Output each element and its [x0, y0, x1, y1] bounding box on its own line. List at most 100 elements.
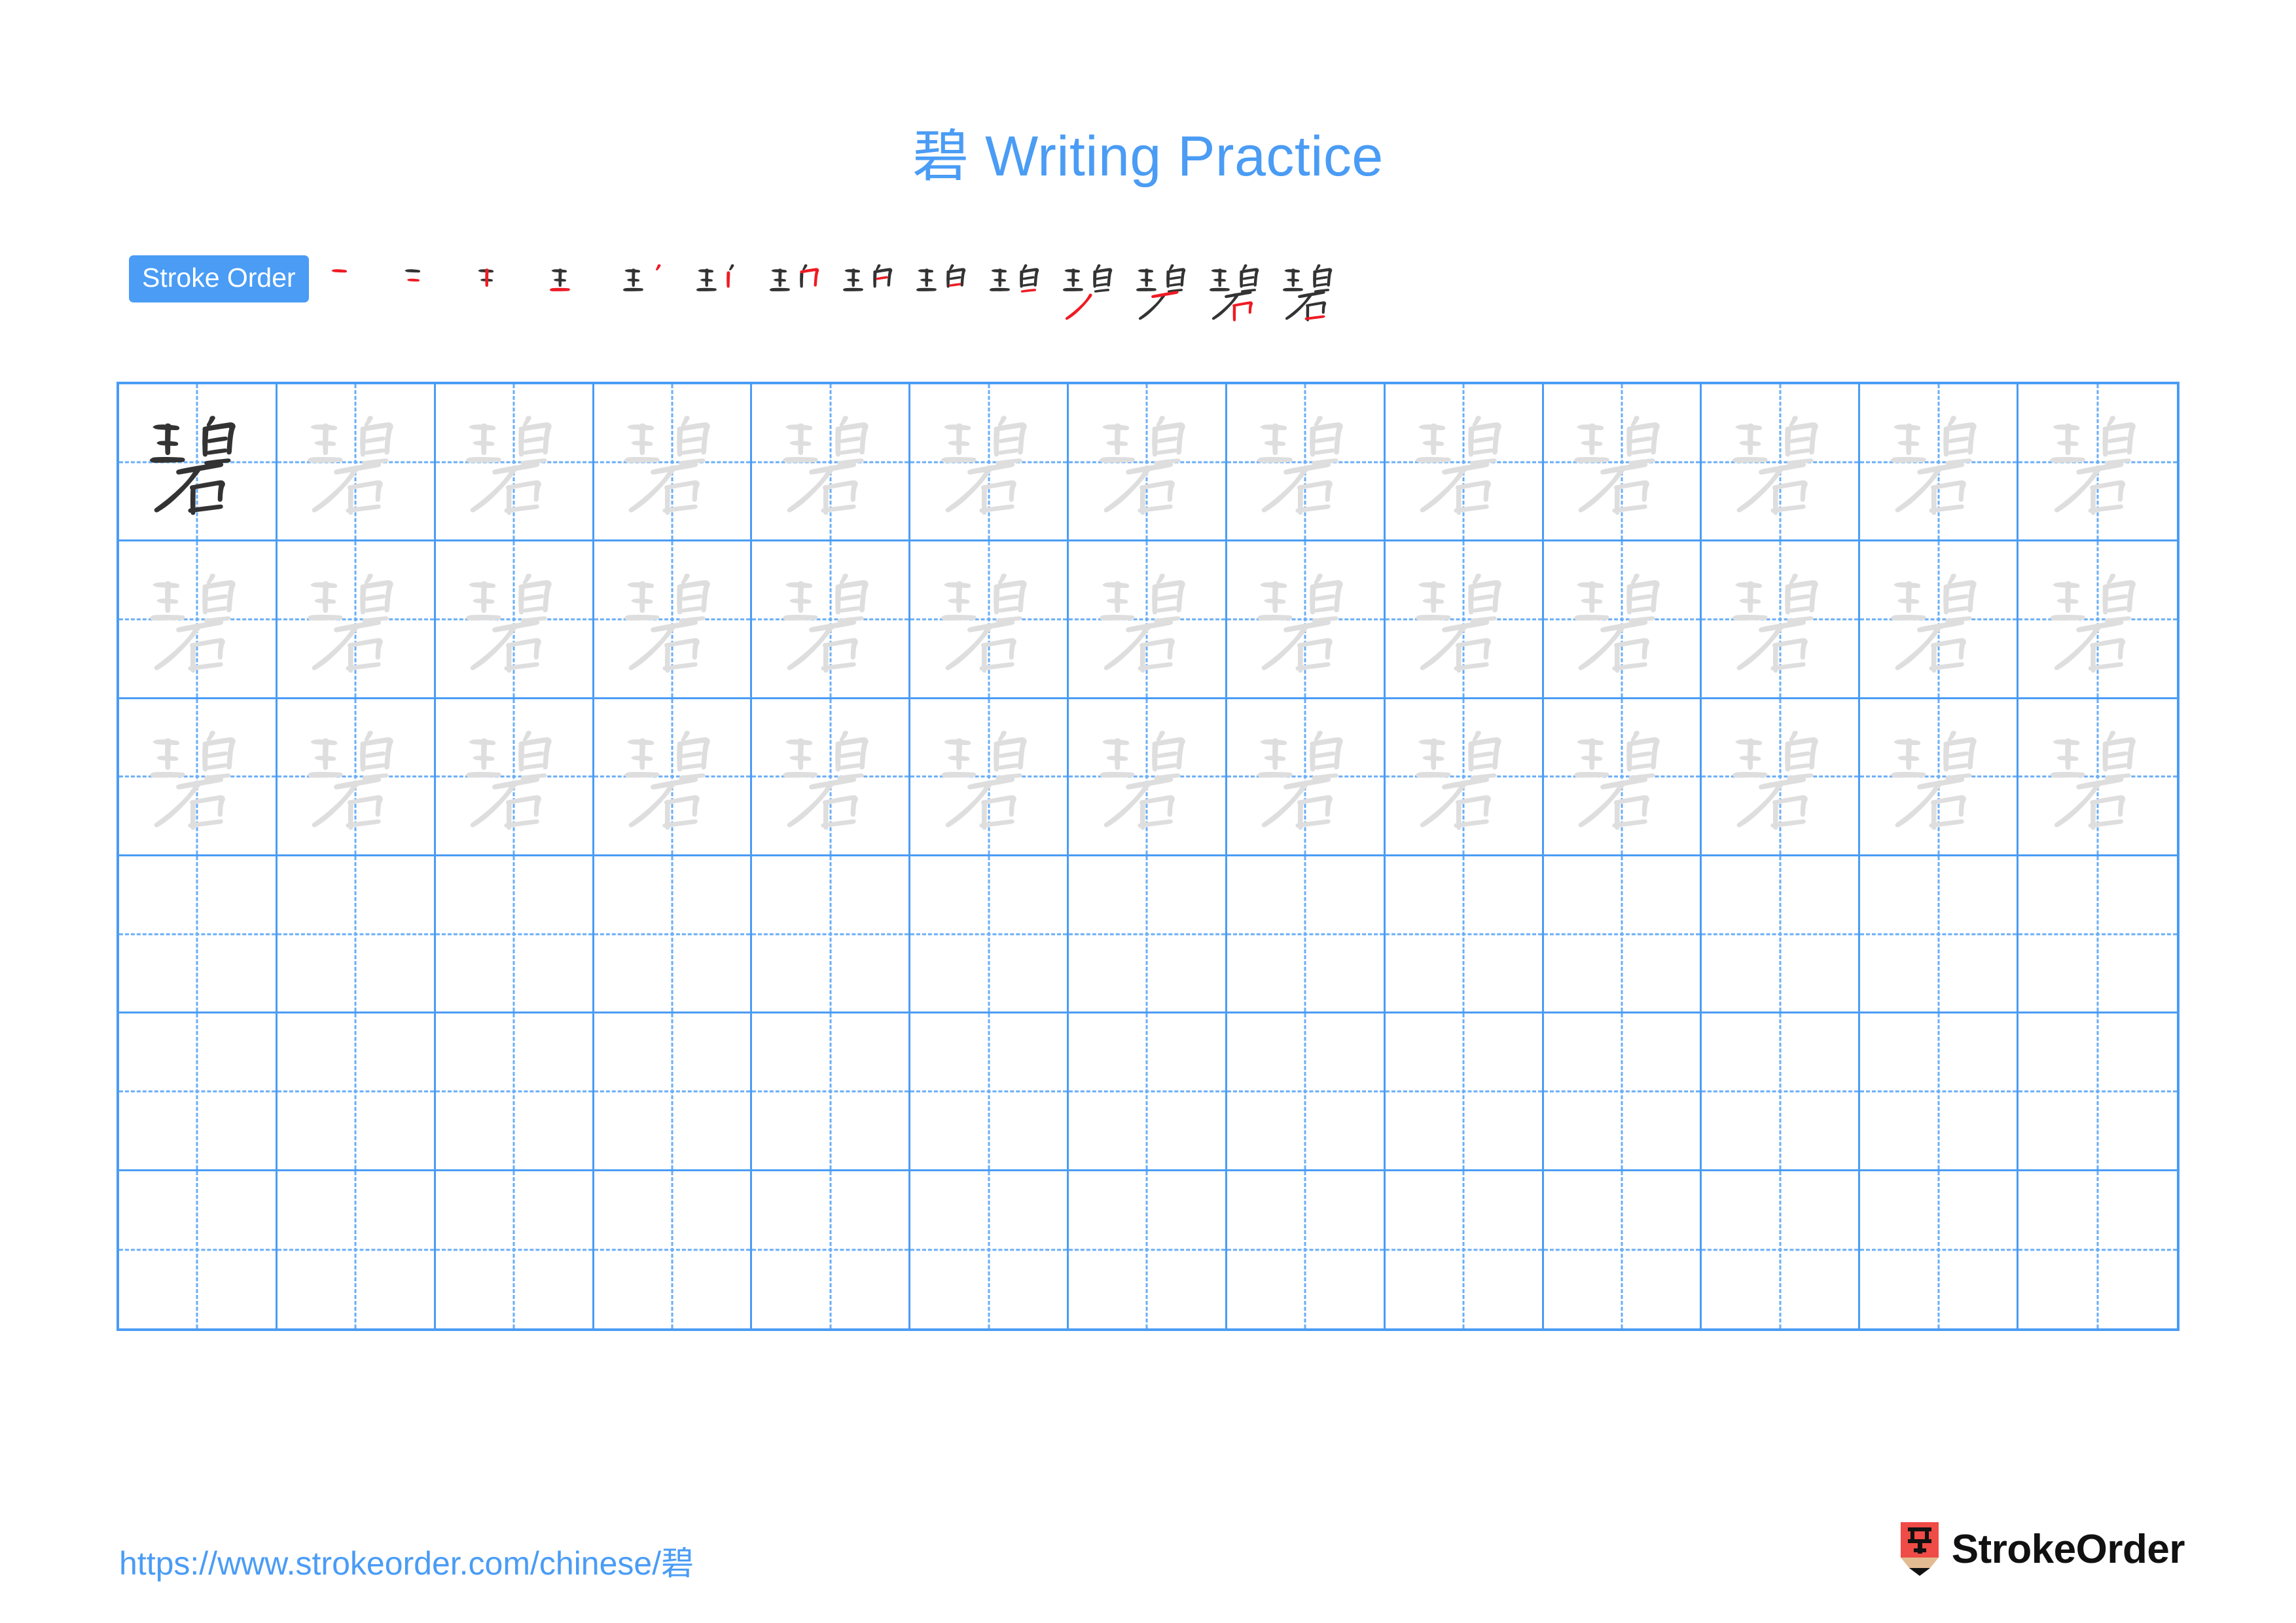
practice-cell-r1-c3[interactable]: [435, 384, 594, 542]
practice-cell-r4-c2[interactable]: [277, 856, 436, 1014]
practice-cell-r5-c6[interactable]: [910, 1013, 1069, 1171]
practice-cell-r3-c10[interactable]: [1543, 699, 1702, 856]
practice-cell-r3-c3[interactable]: [435, 699, 594, 856]
practice-cell-r6-c7[interactable]: [1069, 1171, 1227, 1328]
practice-cell-r5-c10[interactable]: [1543, 1013, 1702, 1171]
trace-character: [278, 541, 434, 697]
practice-cell-r3-c13[interactable]: [2018, 699, 2177, 856]
practice-cell-r3-c2[interactable]: [277, 699, 436, 856]
practice-cell-r1-c5[interactable]: [752, 384, 911, 542]
practice-cell-r5-c9[interactable]: [1385, 1013, 1544, 1171]
practice-cell-r2-c2[interactable]: [277, 541, 436, 699]
practice-cell-r3-c12[interactable]: [1860, 699, 2019, 856]
trace-character: [1227, 541, 1384, 697]
brand-name: StrokeOrder: [1951, 1526, 2185, 1572]
practice-cell-r6-c11[interactable]: [1702, 1171, 1861, 1328]
practice-cell-r6-c8[interactable]: [1227, 1171, 1386, 1328]
trace-character: [1544, 384, 1700, 539]
practice-cell-r1-c10[interactable]: [1543, 384, 1702, 542]
practice-cell-r5-c5[interactable]: [752, 1013, 911, 1171]
practice-cell-r2-c11[interactable]: [1702, 541, 1861, 699]
practice-cell-r4-c11[interactable]: [1702, 856, 1861, 1014]
practice-cell-r2-c8[interactable]: [1227, 541, 1386, 699]
practice-cell-r6-c2[interactable]: [278, 1171, 436, 1328]
practice-cell-r2-c6[interactable]: [910, 541, 1069, 699]
practice-cell-r1-c4[interactable]: [594, 384, 753, 542]
trace-character: [1860, 384, 2017, 539]
practice-cell-r1-c9[interactable]: [1385, 384, 1544, 542]
practice-cell-r6-c12[interactable]: [1860, 1171, 2019, 1328]
practice-cell-r5-c12[interactable]: [1860, 1013, 2019, 1171]
practice-cell-r2-c10[interactable]: [1543, 541, 1702, 699]
practice-cell-r1-c7[interactable]: [1069, 384, 1227, 542]
practice-cell-r3-c1[interactable]: [119, 699, 278, 856]
practice-cell-r4-c9[interactable]: [1385, 856, 1544, 1014]
practice-cell-r1-c6[interactable]: [910, 384, 1069, 542]
practice-cell-r3-c6[interactable]: [910, 699, 1069, 856]
practice-cell-r5-c1[interactable]: [119, 1013, 278, 1171]
stroke-order-step-6: [687, 254, 761, 327]
practice-cell-r4-c4[interactable]: [594, 856, 753, 1014]
trace-character: [1386, 384, 1542, 539]
practice-cell-r4-c8[interactable]: [1227, 856, 1386, 1014]
practice-cell-r1-c12[interactable]: [1860, 384, 2019, 542]
practice-cell-r2-c13[interactable]: [2018, 541, 2177, 699]
practice-cell-r4-c7[interactable]: [1069, 856, 1227, 1014]
practice-cell-r6-c6[interactable]: [910, 1171, 1069, 1328]
practice-cell-r4-c13[interactable]: [2018, 856, 2177, 1014]
practice-cell-r4-c3[interactable]: [435, 856, 594, 1014]
practice-cell-r1-c1[interactable]: [119, 384, 278, 542]
trace-character: [910, 541, 1067, 697]
practice-cell-r6-c5[interactable]: [752, 1171, 911, 1328]
practice-cell-r2-c4[interactable]: [594, 541, 753, 699]
trace-character: [278, 384, 434, 539]
practice-cell-r2-c3[interactable]: [435, 541, 594, 699]
trace-character: [2018, 541, 2177, 697]
practice-cell-r4-c6[interactable]: [910, 856, 1069, 1014]
practice-cell-r3-c5[interactable]: [752, 699, 911, 856]
trace-character: [2018, 384, 2177, 539]
practice-cell-r4-c12[interactable]: [1860, 856, 2019, 1014]
practice-cell-r4-c10[interactable]: [1543, 856, 1702, 1014]
practice-cell-r5-c13[interactable]: [2018, 1013, 2177, 1171]
practice-cell-r5-c4[interactable]: [594, 1013, 753, 1171]
practice-cell-r6-c10[interactable]: [1544, 1171, 1702, 1328]
practice-cell-r1-c2[interactable]: [277, 384, 436, 542]
practice-cell-r6-c9[interactable]: [1386, 1171, 1544, 1328]
trace-character: [1544, 541, 1700, 697]
practice-cell-r5-c7[interactable]: [1069, 1013, 1227, 1171]
practice-cell-r1-c13[interactable]: [2018, 384, 2177, 542]
practice-cell-r5-c11[interactable]: [1702, 1013, 1861, 1171]
stroke-order-step-8: [834, 254, 907, 327]
stroke-order-step-10: [980, 254, 1054, 327]
practice-cell-r2-c1[interactable]: [119, 541, 278, 699]
practice-cell-r3-c9[interactable]: [1385, 699, 1544, 856]
practice-cell-r6-c3[interactable]: [436, 1171, 594, 1328]
practice-cell-r2-c5[interactable]: [752, 541, 911, 699]
stroke-order-step-11: [1054, 254, 1127, 327]
practice-cell-r2-c9[interactable]: [1385, 541, 1544, 699]
practice-cell-r6-c4[interactable]: [594, 1171, 753, 1328]
practice-cell-r4-c5[interactable]: [752, 856, 911, 1014]
page-title-text: Writing Practice: [969, 125, 1384, 188]
practice-cell-r6-c13[interactable]: [2018, 1171, 2177, 1328]
footer-url[interactable]: https://www.strokeorder.com/chinese/碧: [119, 1537, 694, 1584]
practice-cell-r5-c3[interactable]: [435, 1013, 594, 1171]
stroke-order-section: Stroke Order: [129, 249, 2185, 327]
practice-cell-r3-c11[interactable]: [1702, 699, 1861, 856]
practice-cell-r3-c4[interactable]: [594, 699, 753, 856]
practice-cell-r2-c12[interactable]: [1860, 541, 2019, 699]
practice-cell-r5-c2[interactable]: [277, 1013, 436, 1171]
practice-cell-r5-c8[interactable]: [1227, 1013, 1386, 1171]
practice-cell-r1-c11[interactable]: [1702, 384, 1861, 542]
stroke-order-step-5: [614, 254, 687, 327]
trace-character: [436, 384, 592, 539]
practice-cell-r6-c1[interactable]: [119, 1171, 278, 1328]
practice-cell-r1-c8[interactable]: [1227, 384, 1386, 542]
trace-character: [278, 699, 434, 854]
trace-character: [594, 699, 751, 854]
practice-cell-r2-c7[interactable]: [1069, 541, 1227, 699]
practice-cell-r4-c1[interactable]: [119, 856, 278, 1014]
practice-cell-r3-c7[interactable]: [1069, 699, 1227, 856]
practice-cell-r3-c8[interactable]: [1227, 699, 1386, 856]
